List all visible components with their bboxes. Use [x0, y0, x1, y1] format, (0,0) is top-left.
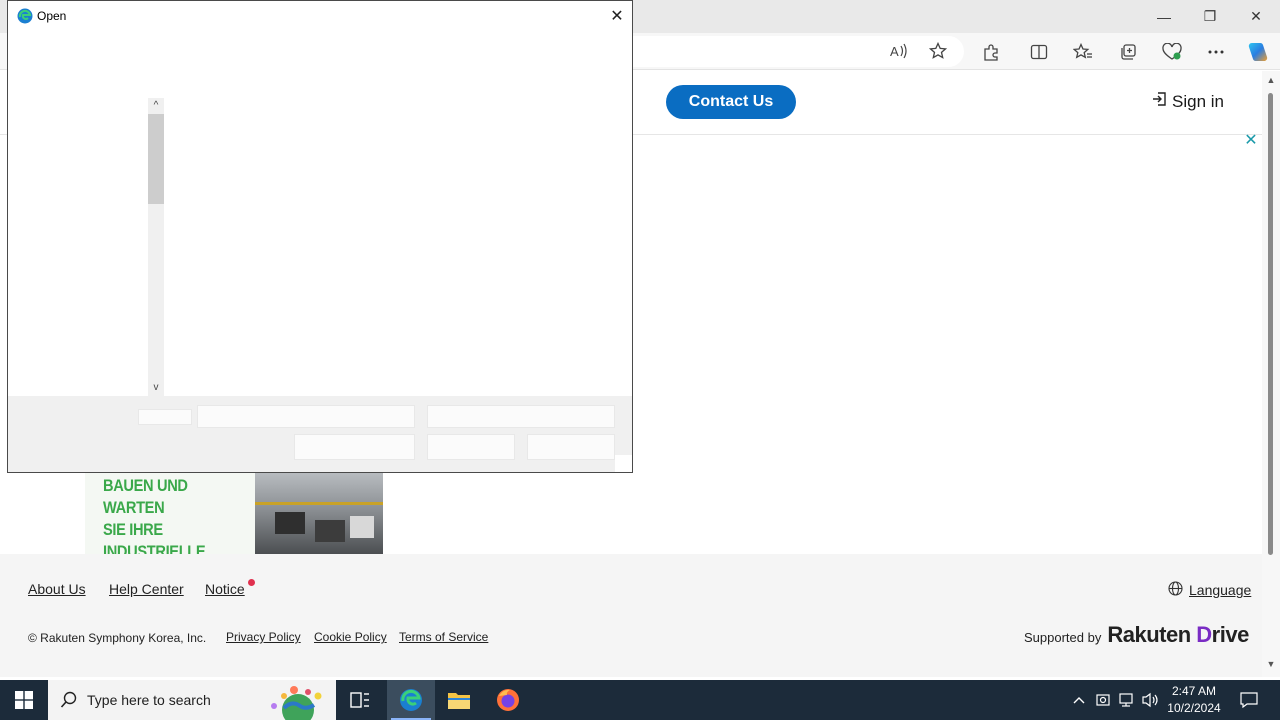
more-icon[interactable] — [1203, 39, 1229, 65]
address-bar[interactable]: A — [620, 36, 964, 67]
taskbar: Type here to search 2:47 AM 10/2/2024 — [0, 680, 1280, 720]
favorites-icon[interactable] — [1070, 39, 1096, 65]
language-selector[interactable]: Language — [1168, 581, 1251, 599]
read-aloud-icon[interactable]: A — [886, 38, 912, 64]
svg-text:A: A — [890, 44, 899, 59]
notice-badge — [248, 579, 255, 586]
task-view-button[interactable] — [336, 680, 384, 720]
close-button[interactable]: ✕ — [1233, 0, 1279, 33]
ad-close-icon[interactable]: ✕ — [1244, 133, 1258, 149]
supported-by-label: Supported by — [1024, 630, 1102, 645]
tools-button[interactable] — [294, 434, 415, 460]
copilot-icon[interactable] — [1245, 39, 1271, 65]
scroll-up-icon[interactable]: ▲ — [1265, 75, 1277, 85]
scroll-down-icon[interactable]: v — [148, 380, 164, 396]
help-center-link[interactable]: Help Center — [109, 581, 184, 597]
ad-headline: BAUEN UND WARTEN SIE IHRE INDUSTRIELLE S… — [103, 476, 206, 555]
notice-link[interactable]: Notice — [205, 581, 245, 597]
start-button[interactable] — [0, 680, 48, 720]
ad-device-shape — [350, 516, 374, 538]
scroll-thumb[interactable] — [1268, 93, 1273, 555]
file-name-label-placeholder — [138, 409, 192, 425]
file-name-input[interactable] — [197, 405, 415, 428]
search-icon — [60, 691, 78, 714]
terms-of-service-link[interactable]: Terms of Service — [399, 630, 488, 644]
minimize-button[interactable]: — — [1141, 0, 1187, 33]
sign-in-label: Sign in — [1172, 91, 1224, 111]
sign-in-icon — [1152, 91, 1168, 112]
split-screen-icon[interactable] — [1026, 39, 1052, 65]
browser-essentials-icon[interactable] — [1159, 39, 1185, 65]
collections-icon[interactable] — [1115, 39, 1141, 65]
edge-icon — [400, 689, 422, 711]
dialog-close-button[interactable]: ✕ — [606, 5, 628, 27]
logo-prefix: Rakuten — [1107, 622, 1197, 647]
logo-suffix: rive — [1211, 622, 1250, 647]
folder-icon — [448, 693, 470, 709]
ad-cable-shape — [255, 502, 383, 505]
volume-icon[interactable] — [1140, 680, 1162, 720]
open-dialog: Open ✕ ^ v — [7, 0, 633, 473]
search-placeholder: Type here to search — [87, 692, 211, 708]
ad-device-shape — [275, 512, 305, 534]
taskbar-search[interactable]: Type here to search — [48, 680, 336, 720]
firefox-icon — [497, 689, 519, 711]
language-label: Language — [1189, 582, 1252, 598]
cancel-button[interactable] — [527, 434, 615, 460]
ad-banner[interactable]: BAUEN UND WARTEN SIE IHRE INDUSTRIELLE S… — [85, 472, 383, 555]
dialog-bottom-panel — [8, 396, 632, 472]
notifications-icon[interactable] — [1236, 680, 1262, 720]
taskbar-file-explorer[interactable] — [435, 680, 483, 720]
file-type-select[interactable] — [427, 405, 615, 428]
about-us-link[interactable]: About Us — [28, 581, 86, 597]
logo-d: D — [1196, 622, 1212, 647]
globe-icon — [1168, 581, 1183, 599]
contact-us-button[interactable]: Contact Us — [666, 85, 796, 119]
restore-button[interactable]: ❐ — [1187, 0, 1233, 33]
windows-icon — [15, 691, 33, 709]
site-footer: About Us Help Center Notice Language © R… — [0, 554, 1262, 677]
copyright-text: © Rakuten Symphony Korea, Inc. — [28, 631, 207, 645]
scroll-down-icon[interactable]: ▼ — [1265, 659, 1277, 669]
taskbar-edge[interactable] — [387, 680, 435, 720]
dialog-title: Open — [37, 9, 67, 23]
meet-now-icon[interactable] — [1092, 680, 1114, 720]
supported-by: Supported by Rakuten Drive — [1024, 622, 1249, 648]
clock-date: 10/2/2024 — [1167, 701, 1221, 715]
page-scrollbar[interactable]: ▲ ▼ — [1262, 71, 1280, 677]
open-button[interactable] — [427, 434, 515, 460]
search-highlight-illustration — [260, 682, 332, 720]
ad-device-shape — [315, 520, 345, 542]
privacy-policy-link[interactable]: Privacy Policy — [226, 630, 301, 644]
clock-time: 2:47 AM — [1171, 684, 1217, 698]
tray-overflow-icon[interactable] — [1068, 680, 1090, 720]
rakuten-drive-logo[interactable]: Rakuten Drive — [1107, 622, 1250, 648]
taskbar-firefox[interactable] — [484, 680, 532, 720]
cookie-policy-link[interactable]: Cookie Policy — [314, 630, 387, 644]
ad-photo — [255, 472, 383, 555]
edge-icon — [17, 8, 33, 29]
network-icon[interactable] — [1116, 680, 1138, 720]
dialog-scrollbar[interactable]: ^ v — [148, 98, 164, 396]
scroll-up-icon[interactable]: ^ — [148, 98, 164, 114]
taskbar-clock[interactable]: 2:47 AM 10/2/2024 — [1163, 683, 1225, 717]
extensions-icon[interactable] — [978, 39, 1004, 65]
favorite-star-icon[interactable] — [925, 38, 951, 64]
sign-in-link[interactable]: Sign in — [1152, 91, 1224, 112]
dialog-scroll-thumb[interactable] — [148, 114, 164, 204]
task-view-icon — [350, 692, 369, 708]
resize-grip[interactable] — [615, 455, 632, 472]
